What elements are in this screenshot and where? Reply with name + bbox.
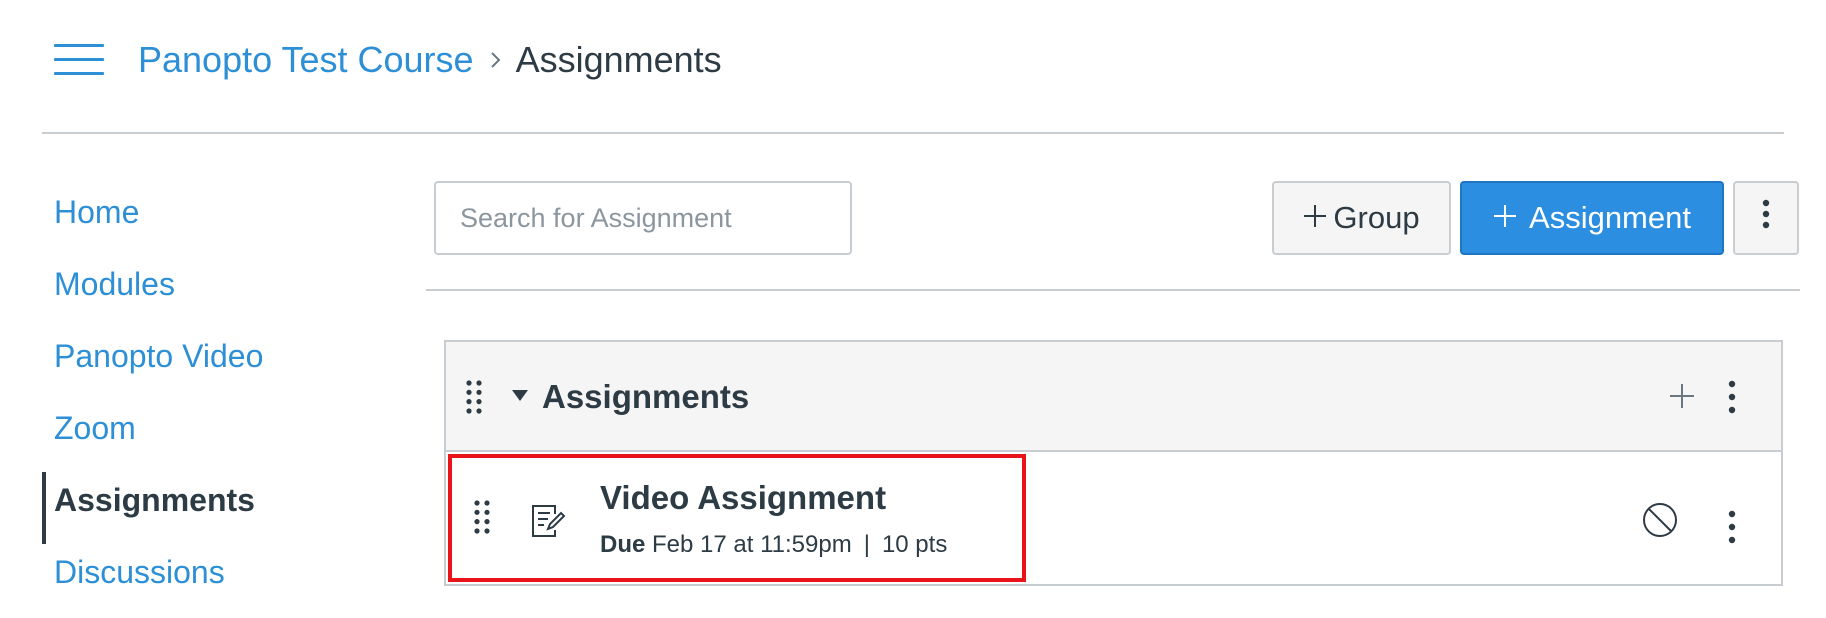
assignment-row[interactable]: Video Assignment Due Feb 17 at 11:59pm | 1… [446, 452, 1781, 584]
plus-icon[interactable] [1664, 378, 1700, 414]
add-assignment-label: Assignment [1529, 200, 1691, 235]
assignment-group-title[interactable]: Assignments [542, 374, 749, 420]
header: Panopto Test Course Assignments [42, 0, 1784, 134]
add-assignment-button[interactable]: Assignment [1460, 181, 1724, 255]
hamburger-icon[interactable] [54, 42, 104, 78]
drag-handle-icon[interactable] [474, 500, 490, 534]
toolbar-divider [426, 289, 1800, 291]
course-nav: Home Modules Panopto Video Zoom Assignme… [42, 176, 372, 608]
drag-handle-icon[interactable] [466, 380, 482, 414]
breadcrumb-current: Assignments [515, 39, 722, 80]
breadcrumb: Panopto Test Course Assignments [138, 34, 722, 86]
sidebar-item-panopto-video[interactable]: Panopto Video [42, 320, 372, 392]
search-input[interactable] [434, 181, 852, 255]
kebab-icon [1762, 199, 1770, 237]
add-group-button[interactable]: Group [1272, 181, 1451, 255]
plus-icon [1303, 200, 1327, 236]
assignment-meta: Due Feb 17 at 11:59pm | 10 pts [600, 528, 947, 562]
due-date: Feb 17 at 11:59pm [652, 531, 852, 558]
chevron-right-icon [490, 51, 502, 69]
unpublished-icon[interactable] [1640, 500, 1680, 540]
assignment-group-header: Assignments [446, 342, 1781, 452]
kebab-icon[interactable] [1722, 504, 1742, 550]
sidebar-item-discussions[interactable]: Discussions [42, 536, 372, 608]
settings-kebab-button[interactable] [1733, 181, 1799, 255]
sidebar-item-modules[interactable]: Modules [42, 248, 372, 320]
due-label: Due [600, 531, 646, 558]
assignment-icon [528, 500, 568, 540]
add-group-label: Group [1333, 200, 1420, 235]
caret-down-icon[interactable] [512, 390, 528, 401]
meta-separator: | [863, 531, 870, 558]
kebab-icon[interactable] [1722, 374, 1742, 420]
sidebar-item-zoom[interactable]: Zoom [42, 392, 372, 464]
sidebar-item-assignments[interactable]: Assignments [42, 464, 372, 544]
sidebar-item-home[interactable]: Home [42, 176, 372, 248]
plus-icon [1493, 200, 1517, 236]
assignment-title-link[interactable]: Video Assignment [600, 476, 886, 520]
points: 10 pts [881, 531, 948, 558]
assignment-group: Assignments Video Assignment Due Feb 17 … [444, 340, 1783, 586]
breadcrumb-course-link[interactable]: Panopto Test Course [138, 39, 474, 81]
page: Panopto Test Course Assignments Home Mod… [0, 0, 1826, 618]
